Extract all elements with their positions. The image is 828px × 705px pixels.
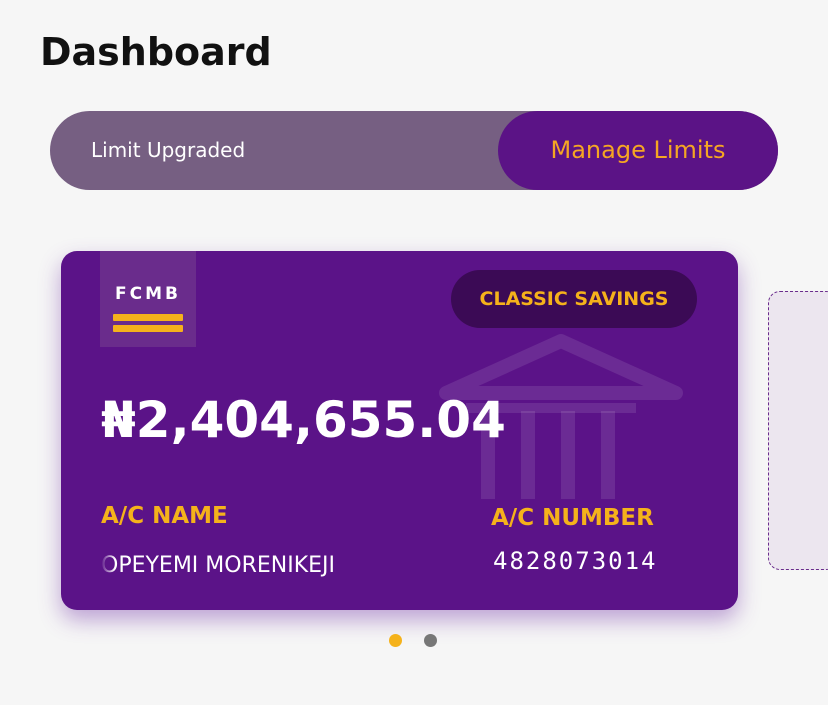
logo-stripe <box>113 314 183 321</box>
account-number-label: A/C NUMBER <box>491 505 654 531</box>
limit-status-bar: Limit Upgraded Manage Limits <box>50 111 778 190</box>
account-type-badge: CLASSIC SAVINGS <box>451 270 697 328</box>
page-title: Dashboard <box>40 30 272 74</box>
add-account-card[interactable] <box>768 291 828 570</box>
account-name-label: A/C NAME <box>101 503 228 529</box>
marquee-fade-left <box>101 553 115 578</box>
account-number-value: 4828073014 <box>493 547 658 575</box>
pagination-dot[interactable] <box>424 634 437 647</box>
marquee-fade-right <box>389 553 419 578</box>
account-balance: ₦2,404,655.04 <box>101 391 506 449</box>
account-name-text: OPEYEMI MORENIKEJI <box>101 553 336 578</box>
pagination-dot-active[interactable] <box>389 634 402 647</box>
account-card[interactable]: FCMB CLASSIC SAVINGS ₦2,404,655.04 A/C N… <box>61 251 738 610</box>
bank-logo-text: FCMB <box>115 284 181 304</box>
account-name-value: OPEYEMI MORENIKEJI <box>101 553 419 578</box>
logo-stripe <box>113 325 183 332</box>
manage-limits-button[interactable]: Manage Limits <box>498 111 778 190</box>
fcmb-logo: FCMB <box>100 251 196 347</box>
limit-status-text: Limit Upgraded <box>91 138 246 162</box>
